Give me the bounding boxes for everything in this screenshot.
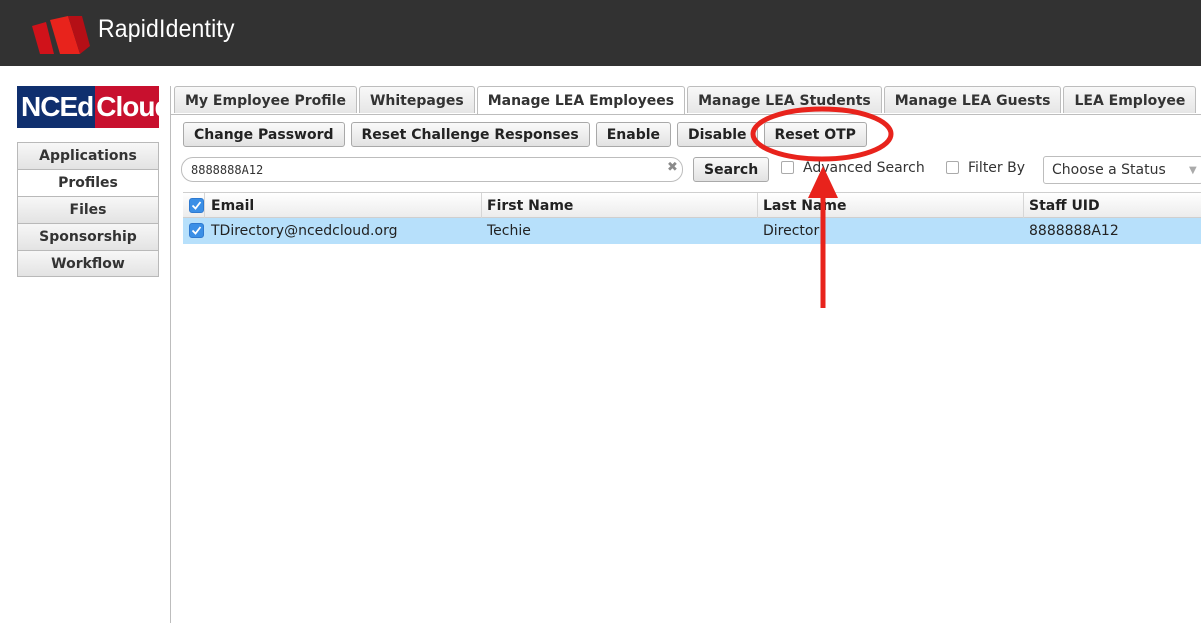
side-nav: Applications Profiles Files Sponsorship … bbox=[17, 142, 159, 277]
change-password-button[interactable]: Change Password bbox=[183, 122, 345, 147]
search-input[interactable] bbox=[181, 157, 683, 182]
tab-manage-lea-guests[interactable]: Manage LEA Guests bbox=[883, 86, 1062, 113]
top-bar: RapidIdentity bbox=[0, 0, 1201, 66]
clear-icon[interactable]: ✖ bbox=[667, 161, 679, 174]
column-header-staff-uid[interactable]: Staff UID bbox=[1029, 193, 1100, 219]
column-separator bbox=[757, 193, 758, 218]
nav-sponsorship[interactable]: Sponsorship bbox=[17, 223, 159, 250]
toolbar: Change Password Reset Challenge Responses… bbox=[183, 122, 873, 147]
grid-header: Email First Name Last Name Staff UID bbox=[183, 192, 1201, 218]
tab-whitepages[interactable]: Whitepages bbox=[358, 86, 475, 113]
advanced-search-option[interactable]: Advanced Search bbox=[781, 160, 925, 176]
column-header-last-name[interactable]: Last Name bbox=[763, 193, 847, 219]
cell-email: TDirectory@ncedcloud.org bbox=[211, 223, 398, 239]
search-button[interactable]: Search bbox=[693, 157, 770, 182]
nav-files[interactable]: Files bbox=[17, 196, 159, 223]
filter-by-label: Filter By bbox=[968, 160, 1026, 176]
tab-manage-lea-employees[interactable]: Manage LEA Employees bbox=[476, 86, 686, 115]
select-all-checkbox[interactable] bbox=[189, 198, 204, 213]
cell-last-name: Director bbox=[763, 223, 820, 239]
app-title: RapidIdentity bbox=[98, 15, 235, 43]
status-select-value: Choose a Status bbox=[1052, 162, 1166, 178]
column-header-email[interactable]: Email bbox=[211, 193, 254, 219]
column-separator bbox=[1023, 193, 1024, 218]
disable-button[interactable]: Disable bbox=[677, 122, 758, 147]
search-row: ✖ Search Advanced Search Filter By Choos… bbox=[181, 155, 1201, 184]
filter-by-checkbox[interactable] bbox=[946, 161, 959, 174]
tabs-divider bbox=[171, 114, 1201, 115]
status-select[interactable]: Choose a Status ▼ bbox=[1043, 156, 1201, 184]
column-separator bbox=[204, 193, 205, 218]
brand-logo: NCEdCloud bbox=[17, 86, 159, 128]
column-separator bbox=[481, 193, 482, 218]
reset-otp-button[interactable]: Reset OTP bbox=[763, 122, 867, 147]
filter-by-option[interactable]: Filter By bbox=[946, 160, 1025, 176]
cell-staff-uid: 8888888A12 bbox=[1029, 223, 1119, 239]
brand-cloud-text: Cloud bbox=[96, 91, 159, 122]
chevron-down-icon: ▼ bbox=[1189, 165, 1197, 176]
tab-bar: My Employee Profile Whitepages Manage LEA … bbox=[174, 86, 1198, 115]
nav-applications[interactable]: Applications bbox=[17, 142, 159, 169]
tab-my-employee-profile[interactable]: My Employee Profile bbox=[174, 86, 357, 113]
cell-first-name: Techie bbox=[487, 223, 531, 239]
brand-nc-text: NCEd bbox=[17, 86, 96, 128]
reset-challenge-responses-button[interactable]: Reset Challenge Responses bbox=[350, 122, 590, 147]
nav-workflow[interactable]: Workflow bbox=[17, 250, 159, 277]
checkbox-icon bbox=[189, 198, 204, 213]
tab-manage-lea-students[interactable]: Manage LEA Students bbox=[687, 86, 882, 113]
content-panel: My Employee Profile Whitepages Manage LEA … bbox=[170, 86, 1201, 623]
enable-button[interactable]: Enable bbox=[595, 122, 672, 147]
advanced-search-checkbox[interactable] bbox=[781, 161, 794, 174]
nav-profiles[interactable]: Profiles bbox=[17, 169, 159, 196]
table-row[interactable]: TDirectory@ncedcloud.org Techie Director… bbox=[183, 218, 1201, 244]
column-header-first-name[interactable]: First Name bbox=[487, 193, 573, 219]
checkbox-icon bbox=[189, 223, 204, 238]
tab-lea-employee[interactable]: LEA Employee bbox=[1063, 86, 1197, 113]
advanced-search-label: Advanced Search bbox=[803, 160, 925, 176]
employee-grid: Email First Name Last Name Staff UID TDi… bbox=[183, 192, 1201, 244]
logo-icon bbox=[32, 16, 90, 54]
row-checkbox[interactable] bbox=[189, 223, 204, 238]
